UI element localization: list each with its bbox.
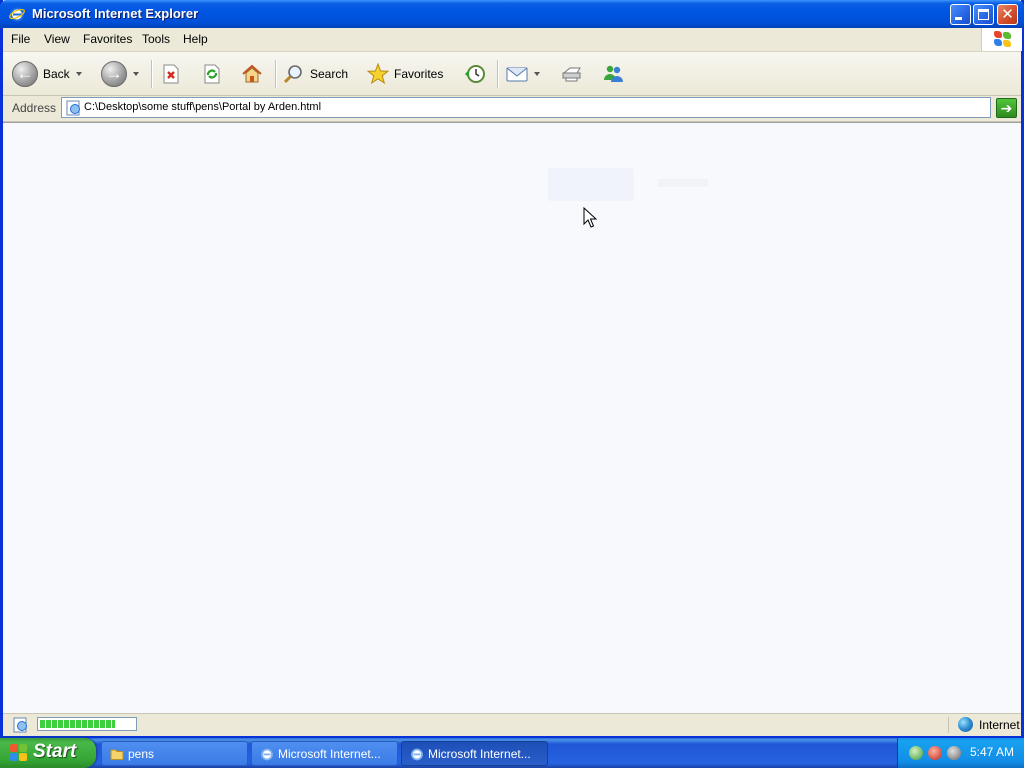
standard-toolbar: ← Back → Search Favorites xyxy=(3,52,1021,96)
windows-logo-icon xyxy=(994,31,1012,47)
volume-icon[interactable] xyxy=(947,746,961,760)
close-icon: ✕ xyxy=(1001,6,1014,23)
taskbar-item-ie-1[interactable]: Microsoft Internet... xyxy=(251,741,398,766)
mail-dropdown-icon[interactable] xyxy=(534,72,540,76)
mail-icon xyxy=(506,67,528,82)
star-icon xyxy=(367,63,389,85)
taskbar: Start pens Microsoft Internet... Microso… xyxy=(0,738,1024,768)
taskbar-item-pens[interactable]: pens xyxy=(101,741,248,766)
stop-button[interactable] xyxy=(160,59,182,89)
task-label: Microsoft Internet... xyxy=(278,747,381,761)
title-bar[interactable]: Microsoft Internet Explorer ✕ xyxy=(0,0,1024,28)
print-button[interactable] xyxy=(561,59,583,89)
history-button[interactable] xyxy=(464,59,486,89)
window-title: Microsoft Internet Explorer xyxy=(32,6,199,21)
home-icon xyxy=(242,64,262,83)
back-button[interactable]: ← Back xyxy=(12,59,82,89)
favorites-button[interactable]: Favorites xyxy=(367,59,443,89)
menu-favorites[interactable]: Favorites xyxy=(83,32,132,46)
minimize-button[interactable] xyxy=(950,4,971,25)
address-label: Address xyxy=(12,101,57,115)
search-button[interactable]: Search xyxy=(283,59,348,89)
taskbar-item-ie-2[interactable]: Microsoft Internet... xyxy=(401,741,548,766)
back-label: Back xyxy=(43,67,70,81)
refresh-icon xyxy=(204,64,220,84)
forward-arrow-icon: → xyxy=(101,61,127,87)
start-button[interactable]: Start xyxy=(0,738,96,768)
back-arrow-icon: ← xyxy=(12,61,38,87)
messenger-button[interactable] xyxy=(602,59,624,89)
progress-fill xyxy=(40,720,116,728)
search-icon xyxy=(283,65,302,84)
menu-help[interactable]: Help xyxy=(183,32,208,46)
go-arrow-icon: ➔ xyxy=(1000,100,1013,116)
system-tray: 5:47 AM xyxy=(897,738,1024,768)
globe-icon xyxy=(958,717,973,732)
search-label: Search xyxy=(310,67,349,81)
close-button[interactable]: ✕ xyxy=(997,4,1018,25)
home-button[interactable] xyxy=(241,59,263,89)
page-loading-icon xyxy=(13,717,27,733)
back-dropdown-icon[interactable] xyxy=(75,72,82,76)
address-bar: Address C:\Desktop\some stuff\pens\Porta… xyxy=(3,96,1021,122)
history-icon xyxy=(465,65,485,83)
address-input[interactable]: C:\Desktop\some stuff\pens\Portal by Ard… xyxy=(61,97,991,118)
ie-window: Microsoft Internet Explorer ✕ File View … xyxy=(0,0,1024,738)
minimize-icon xyxy=(955,17,962,20)
go-button[interactable]: ➔ xyxy=(996,98,1017,118)
task-label: pens xyxy=(128,747,155,761)
security-zone: Internet xyxy=(979,718,1020,732)
network-icon[interactable] xyxy=(909,746,923,760)
status-bar: Internet xyxy=(3,713,1021,736)
toolbar-separator xyxy=(275,60,277,88)
start-label: Start xyxy=(33,741,77,762)
maximize-button[interactable] xyxy=(973,4,994,25)
clock: 5:47 AM xyxy=(970,745,1015,759)
address-url: C:\Desktop\some stuff\pens\Portal by Ard… xyxy=(84,101,322,113)
mail-button[interactable] xyxy=(506,59,540,89)
progress-bar xyxy=(37,717,137,731)
faint-link xyxy=(658,179,708,187)
ie-logo-icon xyxy=(9,7,25,22)
faint-button xyxy=(548,168,634,201)
refresh-button[interactable] xyxy=(201,59,223,89)
folder-icon xyxy=(110,749,124,760)
page-content[interactable] xyxy=(3,122,1021,714)
menu-view[interactable]: View xyxy=(44,32,70,46)
mouse-pointer-icon xyxy=(583,207,597,228)
toolbar-separator xyxy=(151,60,153,88)
menu-tools[interactable]: Tools xyxy=(142,32,170,46)
ie-icon xyxy=(411,748,423,761)
windows-logo-area xyxy=(981,28,1022,51)
print-icon xyxy=(562,67,581,82)
page-icon xyxy=(66,100,80,116)
status-separator xyxy=(948,717,949,733)
favorites-label: Favorites xyxy=(394,67,444,81)
security-alert-icon[interactable] xyxy=(928,746,942,760)
forward-button[interactable]: → xyxy=(101,59,139,89)
stop-icon xyxy=(163,64,179,84)
toolbar-separator xyxy=(497,60,499,88)
forward-dropdown-icon[interactable] xyxy=(133,72,139,76)
menu-file[interactable]: File xyxy=(11,32,30,46)
task-label: Microsoft Internet... xyxy=(428,747,531,761)
windows-flag-icon xyxy=(10,744,28,762)
menu-bar: File View Favorites Tools Help xyxy=(3,28,1022,52)
messenger-icon xyxy=(604,65,623,82)
maximize-icon xyxy=(978,9,989,20)
ie-icon xyxy=(261,748,273,761)
